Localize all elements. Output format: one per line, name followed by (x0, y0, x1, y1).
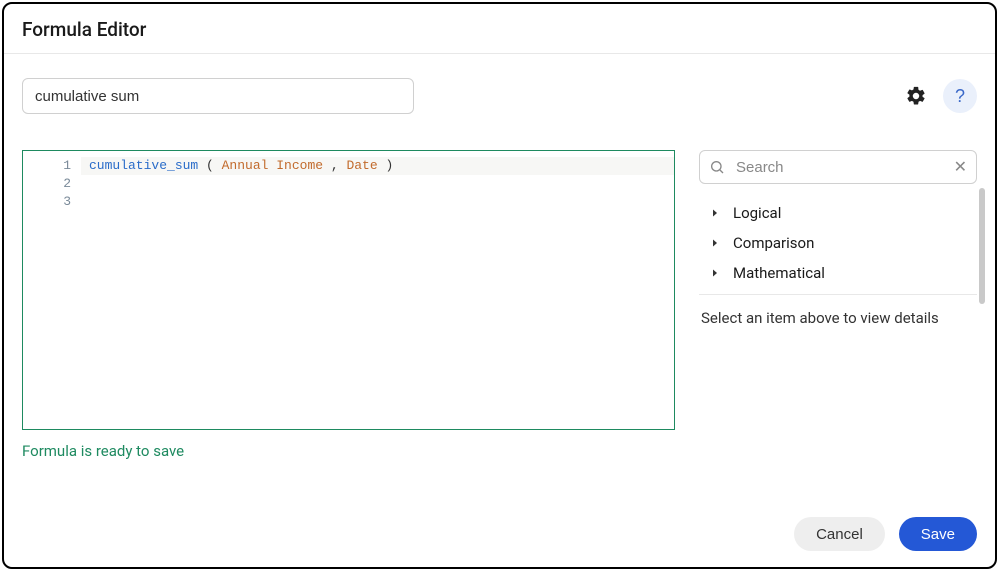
editor-column: 1 2 3 cumulative_sum ( Annual Income , D… (22, 150, 675, 493)
line-number: 1 (29, 157, 71, 175)
category-item-logical[interactable]: Logical (709, 204, 977, 222)
save-button[interactable]: Save (899, 517, 977, 551)
search-wrap: ✕ (699, 150, 977, 184)
chevron-right-icon (709, 267, 721, 279)
code-editor[interactable]: 1 2 3 cumulative_sum ( Annual Income , D… (22, 150, 675, 430)
code-line: cumulative_sum ( Annual Income , Date ) (89, 157, 666, 175)
detail-hint: Select an item above to view details (699, 309, 977, 327)
main-row: 1 2 3 cumulative_sum ( Annual Income , D… (22, 150, 977, 493)
code-line (89, 193, 666, 211)
status-message: Formula is ready to save (22, 442, 675, 460)
line-number: 3 (29, 193, 71, 211)
question-icon: ? (955, 86, 965, 107)
category-list-wrap: Logical Comparison Mathematical (699, 202, 977, 295)
settings-button[interactable] (899, 79, 933, 113)
category-item-mathematical[interactable]: Mathematical (709, 264, 977, 282)
category-label: Logical (733, 204, 781, 222)
code-line (89, 175, 666, 193)
chevron-right-icon (709, 207, 721, 219)
category-label: Mathematical (733, 264, 825, 282)
clear-search-icon[interactable]: ✕ (954, 159, 967, 175)
dialog-footer: Cancel Save (4, 505, 995, 567)
line-gutter: 1 2 3 (23, 151, 81, 429)
line-number: 2 (29, 175, 71, 193)
category-scrollbar[interactable] (979, 188, 985, 304)
category-item-comparison[interactable]: Comparison (709, 234, 977, 252)
gear-icon (905, 85, 927, 107)
side-panel: ✕ Logical Comparison (699, 150, 977, 493)
dialog-content: ? 1 2 3 cumulative_sum ( Annual Income ,… (4, 54, 995, 505)
top-icons: ? (899, 79, 977, 113)
dialog-header: Formula Editor (4, 4, 995, 54)
top-row: ? (22, 78, 977, 114)
dialog-title: Formula Editor (22, 18, 977, 41)
formula-name-input[interactable] (22, 78, 414, 114)
category-list: Logical Comparison Mathematical (699, 202, 977, 294)
search-icon (709, 159, 725, 175)
function-search-input[interactable] (699, 150, 977, 184)
formula-editor-dialog: Formula Editor ? 1 2 (2, 2, 997, 569)
help-button[interactable]: ? (943, 79, 977, 113)
chevron-right-icon (709, 237, 721, 249)
code-area[interactable]: cumulative_sum ( Annual Income , Date ) (81, 151, 674, 429)
category-label: Comparison (733, 234, 814, 252)
cancel-button[interactable]: Cancel (794, 517, 885, 551)
